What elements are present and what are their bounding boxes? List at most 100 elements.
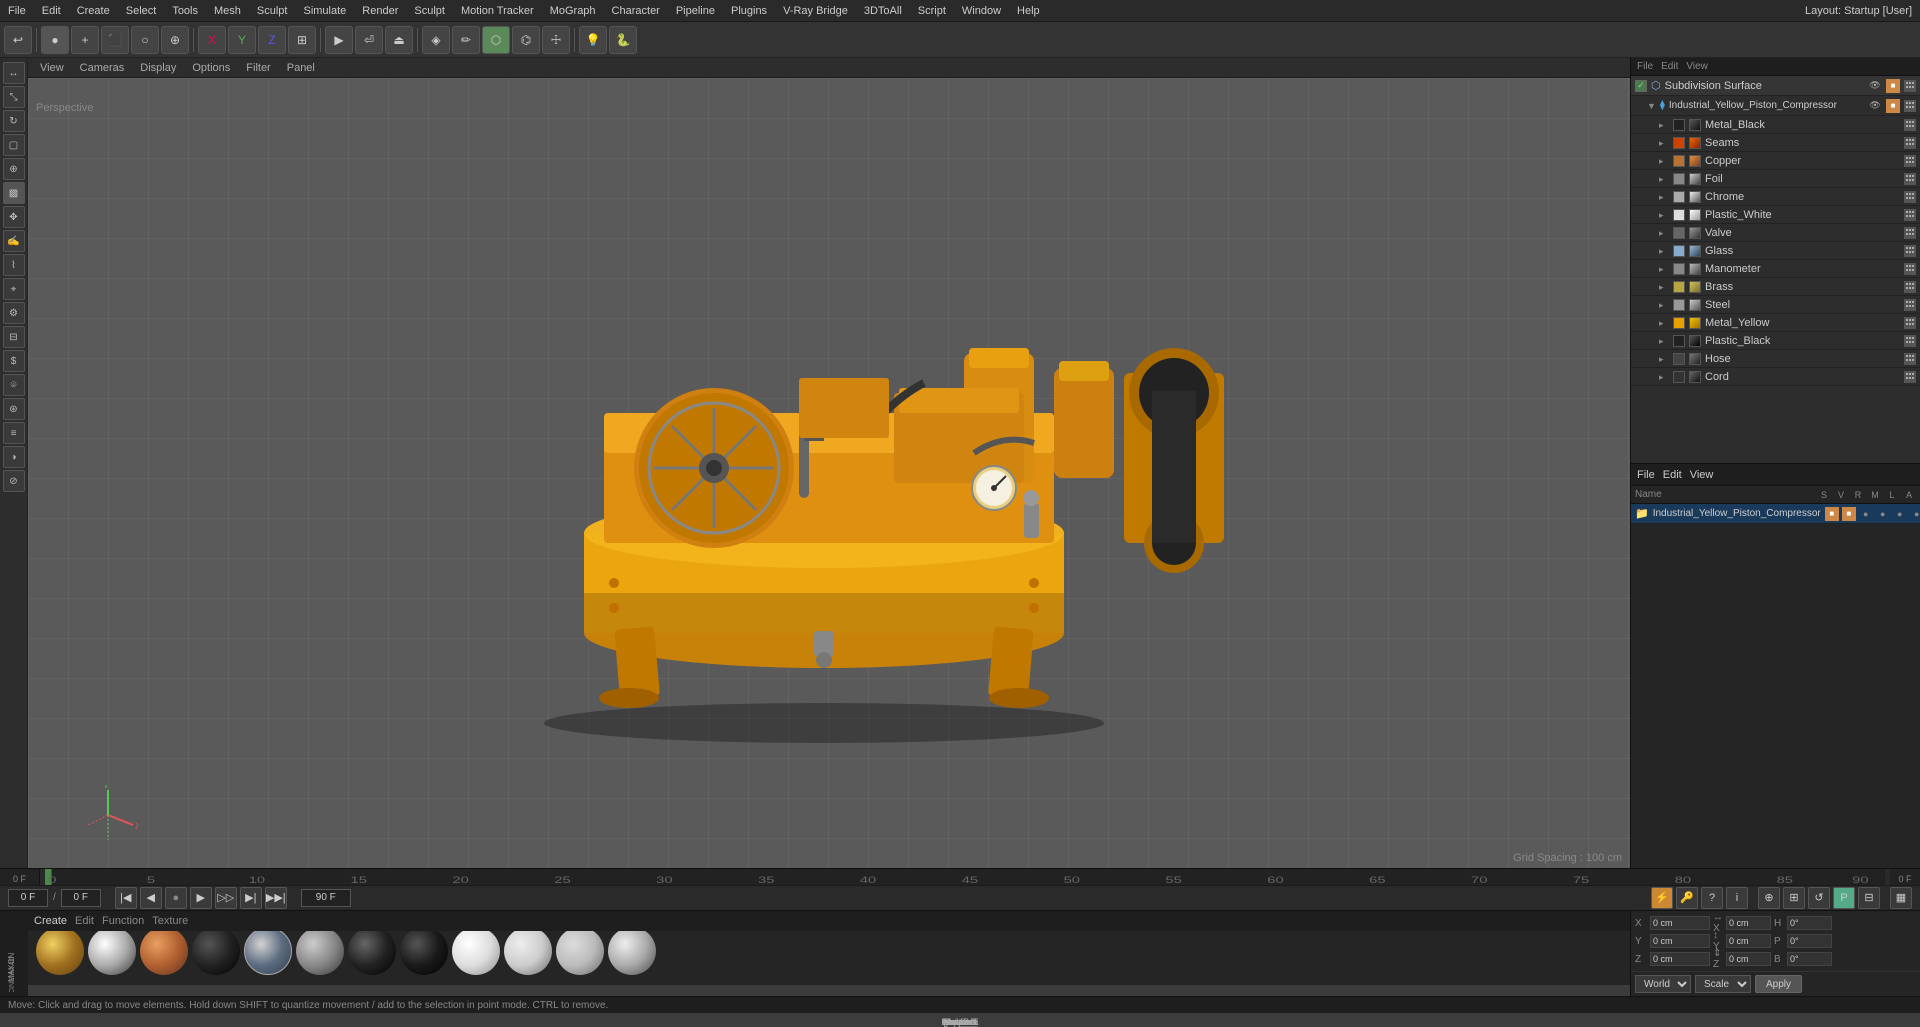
mat-ball-plastic-e[interactable]: Plastic_E: [504, 931, 552, 975]
menu-help[interactable]: Help: [1009, 5, 1048, 17]
menu-window[interactable]: Window: [954, 5, 1009, 17]
object-item[interactable]: ▼ ⧫ Industrial_Yellow_Piston_Compressor …: [1631, 96, 1920, 116]
viewport-content[interactable]: Perspective Grid Spacing : 100 cm X Y: [28, 78, 1630, 868]
snap4-btn[interactable]: P: [1833, 887, 1855, 909]
undo-btn[interactable]: ↩: [4, 26, 32, 54]
mat-item-foil[interactable]: ▸ Foil: [1631, 170, 1920, 188]
mat-ball-glass[interactable]: glass_m: [244, 931, 292, 975]
render-preview[interactable]: ◈: [422, 26, 450, 54]
viewport-tab-view[interactable]: View: [32, 60, 72, 76]
left-tweak[interactable]: ⌾: [3, 374, 25, 396]
menu-select[interactable]: Select: [118, 5, 165, 17]
scene-file[interactable]: File: [1637, 61, 1653, 72]
menu-vray[interactable]: V-Ray Bridge: [775, 5, 856, 17]
left-sculpt[interactable]: ⊛: [3, 398, 25, 420]
menu-sculpt2[interactable]: Sculpt: [406, 5, 453, 17]
prev-frame-btn[interactable]: ◀: [140, 887, 162, 909]
menu-render[interactable]: Render: [354, 5, 406, 17]
record-btn[interactable]: ●: [165, 887, 187, 909]
mat-ball-plastic-light[interactable]: plastic_l: [452, 931, 500, 975]
render-settings[interactable]: ⬡: [482, 26, 510, 54]
mat-ball-chrome[interactable]: chrome_: [88, 931, 136, 975]
subdiv-lock[interactable]: ■: [1886, 79, 1900, 93]
scale-select[interactable]: Scale: [1695, 975, 1751, 993]
left-magnet[interactable]: ⌖: [3, 278, 25, 300]
viewport-tab-display[interactable]: Display: [132, 60, 184, 76]
apply-button[interactable]: Apply: [1755, 975, 1802, 993]
mat-ball-foil[interactable]: Foil_Boi: [192, 931, 240, 975]
obj-lock[interactable]: ■: [1886, 99, 1900, 113]
obj-view[interactable]: View: [1690, 469, 1714, 481]
snap5-btn[interactable]: ⊟: [1858, 887, 1880, 909]
mat-shelf-create[interactable]: Create: [34, 915, 67, 927]
menu-tools[interactable]: Tools: [164, 5, 206, 17]
viewport-tab-filter[interactable]: Filter: [238, 60, 278, 76]
viewport-tab-cameras[interactable]: Cameras: [72, 60, 133, 76]
py-btn[interactable]: 🐍: [609, 26, 637, 54]
left-scale[interactable]: ⤡: [3, 86, 25, 108]
left-sel[interactable]: ▢: [3, 134, 25, 156]
mat-item-cord[interactable]: ▸ Cord: [1631, 368, 1920, 386]
help-btn[interactable]: ?: [1701, 887, 1723, 909]
timeline-view-btn[interactable]: ▦: [1890, 887, 1912, 909]
coord-h-val[interactable]: [1787, 916, 1832, 930]
mat-item-chrome[interactable]: ▸ Chrome: [1631, 188, 1920, 206]
frame-current-input[interactable]: [8, 889, 48, 907]
row-s-icon[interactable]: ■: [1825, 507, 1839, 521]
frame-btn[interactable]: ▶: [325, 26, 353, 54]
play-all-btn[interactable]: ▷▷: [215, 887, 237, 909]
mat-ball-metal-black2[interactable]: Metal_B: [400, 931, 448, 975]
mat-item-glass[interactable]: ▸ Glass: [1631, 242, 1920, 260]
menu-script[interactable]: Script: [910, 5, 954, 17]
goto-end-btn[interactable]: ▶▶|: [265, 887, 287, 909]
viewport-tab-options[interactable]: Options: [184, 60, 238, 76]
mat-ball-copper[interactable]: copper_: [140, 931, 188, 975]
coord-b-val[interactable]: [1787, 952, 1832, 966]
next-frame-btn[interactable]: ▶|: [240, 887, 262, 909]
menu-3dtoall[interactable]: 3DToAll: [856, 5, 910, 17]
anim-btn[interactable]: ⏎: [355, 26, 383, 54]
goto-start-btn[interactable]: |◀: [115, 887, 137, 909]
menu-plugins[interactable]: Plugins: [723, 5, 775, 17]
render-ir[interactable]: ☩: [542, 26, 570, 54]
viewport-tab-panel[interactable]: Panel: [279, 60, 323, 76]
left-camera[interactable]: ⊘: [3, 470, 25, 492]
tool-y[interactable]: Y: [228, 26, 256, 54]
menu-pipeline[interactable]: Pipeline: [668, 5, 723, 17]
mat-ball-seams[interactable]: seams_n: [556, 931, 604, 975]
coord-x-pos[interactable]: [1650, 916, 1710, 930]
left-move2[interactable]: ✥: [3, 206, 25, 228]
render-btn[interactable]: ✏: [452, 26, 480, 54]
frame-end-display[interactable]: [301, 889, 351, 907]
mat-shelf-function[interactable]: Function: [102, 915, 144, 927]
left-snap[interactable]: $: [3, 350, 25, 372]
menu-mograph[interactable]: MoGraph: [542, 5, 604, 17]
mode-edges[interactable]: +: [71, 26, 99, 54]
mat-item-brass[interactable]: ▸ Brass: [1631, 278, 1920, 296]
key-sel-btn[interactable]: 🔑: [1676, 887, 1698, 909]
light-btn[interactable]: 💡: [579, 26, 607, 54]
mat-item-valve[interactable]: ▸ Valve: [1631, 224, 1920, 242]
menu-create[interactable]: Create: [69, 5, 118, 17]
mat-item-metal-black[interactable]: ▸ Metal_Black: [1631, 116, 1920, 134]
key-all-btn[interactable]: ⚡: [1651, 887, 1673, 909]
scene-view[interactable]: View: [1686, 61, 1708, 72]
object-row-compressor[interactable]: 📁 Industrial_Yellow_Piston_Compressor ■ …: [1631, 504, 1920, 524]
menu-motion-tracker[interactable]: Motion Tracker: [453, 5, 542, 17]
left-mirror[interactable]: ⊟: [3, 326, 25, 348]
anim-btn2[interactable]: ⏏: [385, 26, 413, 54]
tool-z[interactable]: Z: [258, 26, 286, 54]
left-brush[interactable]: ⚙: [3, 302, 25, 324]
coord-x-rot[interactable]: [1726, 916, 1771, 930]
mat-shelf-texture[interactable]: Texture: [152, 915, 188, 927]
snap3-btn[interactable]: ↺: [1808, 887, 1830, 909]
snap-btn[interactable]: ⊕: [1758, 887, 1780, 909]
mat-item-manometer[interactable]: ▸ Manometer: [1631, 260, 1920, 278]
mat-item-hose[interactable]: ▸ Hose: [1631, 350, 1920, 368]
mat-item-plastic-white[interactable]: ▸ Plastic_White: [1631, 206, 1920, 224]
mat-item-steel[interactable]: ▸ Steel: [1631, 296, 1920, 314]
left-layers[interactable]: ≡: [3, 422, 25, 444]
obj-edit[interactable]: Edit: [1663, 469, 1682, 481]
obj-eye[interactable]: 👁: [1868, 99, 1882, 113]
subdiv-eye[interactable]: 👁: [1868, 79, 1882, 93]
